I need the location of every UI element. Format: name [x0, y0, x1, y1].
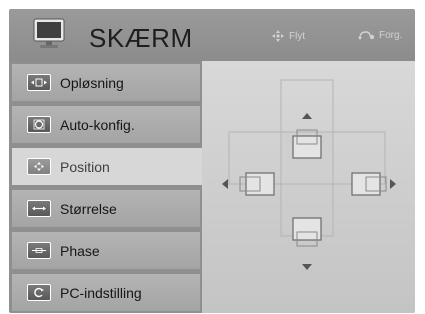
move-arrows-icon — [272, 30, 284, 42]
header-bar: SKÆRM Flyt Forg. — [9, 9, 415, 61]
position-panel — [202, 61, 415, 313]
move-hint: Flyt — [271, 29, 305, 43]
menu-label: Auto-konfig. — [60, 116, 135, 133]
position-icon — [27, 158, 51, 175]
menu-item-resolution[interactable]: Opløsning — [12, 64, 200, 101]
position-pad — [222, 79, 396, 270]
phase-icon — [27, 242, 51, 259]
move-down-button[interactable] — [292, 217, 322, 270]
menu-item-size[interactable]: Størrelse — [12, 190, 200, 227]
back-hint: Forg. — [357, 29, 402, 41]
menu-item-phase[interactable]: Phase — [12, 232, 200, 269]
page-title: SKÆRM — [89, 23, 193, 53]
osd-window: SKÆRM Flyt Forg. Opløsning Auto-konfig. … — [9, 9, 415, 313]
size-icon — [27, 200, 51, 217]
menu-label: Position — [60, 158, 110, 175]
menu-label: Phase — [60, 242, 100, 259]
auto-config-icon — [27, 116, 51, 133]
menu-label: Størrelse — [60, 200, 117, 217]
back-arrow-icon — [358, 31, 375, 40]
sidebar-menu: Opløsning Auto-konfig. Position Størrels… — [9, 61, 205, 313]
menu-item-position[interactable]: Position — [12, 148, 205, 185]
move-hint-label: Flyt — [289, 30, 306, 42]
menu-label: PC-indstilling — [60, 284, 142, 301]
monitor-icon — [33, 18, 65, 48]
menu-item-auto-config[interactable]: Auto-konfig. — [12, 106, 200, 143]
move-up-button[interactable] — [292, 113, 322, 159]
move-right-button[interactable] — [351, 172, 396, 196]
pc-setting-icon — [27, 284, 51, 301]
resolution-icon — [27, 74, 51, 91]
menu-label: Opløsning — [60, 74, 124, 91]
back-hint-label: Forg. — [379, 29, 403, 41]
menu-item-pc-setting[interactable]: PC-indstilling — [12, 274, 200, 311]
